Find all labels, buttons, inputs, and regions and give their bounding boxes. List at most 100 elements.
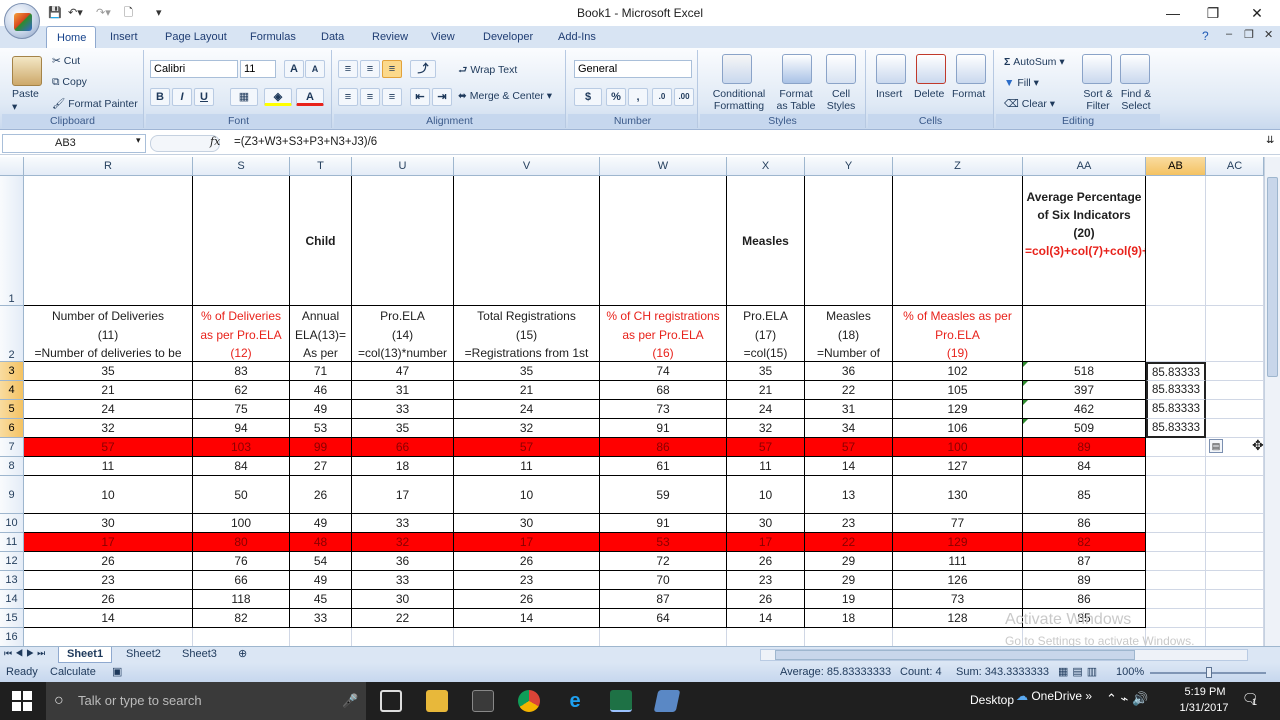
- cell-aa13[interactable]: 89: [1023, 571, 1146, 590]
- cell-aa8[interactable]: 84: [1023, 457, 1146, 476]
- cell-y3[interactable]: 36: [805, 362, 893, 381]
- cell-ab4[interactable]: 85.83333: [1146, 381, 1206, 400]
- cell-ac12[interactable]: [1206, 552, 1264, 571]
- cell-x14[interactable]: 26: [727, 590, 805, 609]
- decrease-indent-icon[interactable]: ⇤: [410, 88, 430, 106]
- clear-button[interactable]: ⌫ Clear ▾: [1004, 98, 1055, 110]
- task-view-icon[interactable]: [380, 690, 402, 712]
- format-as-table-button[interactable]: Format as Table: [772, 88, 820, 112]
- percent-button[interactable]: %: [606, 88, 626, 106]
- cell-w14[interactable]: 87: [600, 590, 727, 609]
- cell-ab14[interactable]: [1146, 590, 1206, 609]
- cell-x1[interactable]: Measles: [727, 176, 805, 306]
- cell-z14[interactable]: 73: [893, 590, 1023, 609]
- cell-z10[interactable]: 77: [893, 514, 1023, 533]
- cell-z2[interactable]: % of Measles as per Pro.ELA (19): [893, 306, 1023, 362]
- microphone-icon[interactable]: 🎤: [342, 682, 358, 720]
- worksheet-grid[interactable]: R S T U V W X Y Z AA AB AC 1 2 3 4 5 6 7 8 9 10 11 12 13 14 15 16 Ch…: [0, 157, 1264, 646]
- cell-ac4[interactable]: [1206, 381, 1264, 400]
- horizontal-scrollbar[interactable]: [760, 649, 1248, 661]
- cell-z6[interactable]: 106: [893, 419, 1023, 438]
- row-header-12[interactable]: 12: [0, 552, 24, 571]
- cell-u1[interactable]: [352, 176, 454, 306]
- cell-ab9[interactable]: [1146, 476, 1206, 514]
- cell-v2[interactable]: Total Registrations (15) =Registrations fr…: [454, 306, 600, 362]
- cell-v13[interactable]: 23: [454, 571, 600, 590]
- cell-aa10[interactable]: 86: [1023, 514, 1146, 533]
- cell-r12[interactable]: 26: [24, 552, 193, 571]
- col-header-s[interactable]: S: [193, 157, 290, 176]
- orientation-icon[interactable]: ⤴: [410, 60, 436, 78]
- font-color-icon[interactable]: A: [296, 88, 324, 106]
- cell-aa5[interactable]: 462: [1023, 400, 1146, 419]
- cell-aa12[interactable]: 87: [1023, 552, 1146, 571]
- autosum-button[interactable]: Σ AutoSum ▾: [1004, 56, 1065, 68]
- cell-t13[interactable]: 49: [290, 571, 352, 590]
- cell-aa7[interactable]: 89: [1023, 438, 1146, 457]
- expand-formula-icon[interactable]: ⇊: [1266, 135, 1274, 146]
- cell-v15[interactable]: 14: [454, 609, 600, 628]
- delete-cells-button[interactable]: Delete: [914, 88, 944, 100]
- scroll-thumb[interactable]: [1267, 177, 1278, 377]
- cell-t14[interactable]: 45: [290, 590, 352, 609]
- col-header-r[interactable]: R: [24, 157, 193, 176]
- increase-indent-icon[interactable]: ⇥: [432, 88, 452, 106]
- cell-s9[interactable]: 50: [193, 476, 290, 514]
- macro-record-icon[interactable]: ▣: [112, 663, 122, 682]
- desktop-toolbar[interactable]: Desktop: [970, 693, 1014, 707]
- cell-ab15[interactable]: [1146, 609, 1206, 628]
- cell-ab1[interactable]: [1146, 176, 1206, 306]
- cell-x15[interactable]: 14: [727, 609, 805, 628]
- cell-y6[interactable]: 34: [805, 419, 893, 438]
- cut-button[interactable]: ✂ Cut: [52, 55, 80, 67]
- customize-qat-icon[interactable]: ▾: [156, 4, 162, 22]
- align-top-icon[interactable]: ≡: [338, 60, 358, 78]
- cell-s11[interactable]: 80: [193, 533, 290, 552]
- cell-r7[interactable]: 57: [24, 438, 193, 457]
- shrink-font-button[interactable]: A: [305, 60, 325, 78]
- cell-w9[interactable]: 59: [600, 476, 727, 514]
- cell-s15[interactable]: 82: [193, 609, 290, 628]
- cell-w6[interactable]: 91: [600, 419, 727, 438]
- cell-t10[interactable]: 49: [290, 514, 352, 533]
- cell-s14[interactable]: 118: [193, 590, 290, 609]
- cell-ab12[interactable]: [1146, 552, 1206, 571]
- row-header-10[interactable]: 10: [0, 514, 24, 533]
- cell-t9[interactable]: 26: [290, 476, 352, 514]
- cell-r1[interactable]: [24, 176, 193, 306]
- col-header-w[interactable]: W: [600, 157, 727, 176]
- col-header-ac[interactable]: AC: [1206, 157, 1264, 176]
- restore-button[interactable]: ❐: [1190, 0, 1236, 26]
- cell-z12[interactable]: 111: [893, 552, 1023, 571]
- cell-r4[interactable]: 21: [24, 381, 193, 400]
- cell-v9[interactable]: 10: [454, 476, 600, 514]
- cell-t11[interactable]: 48: [290, 533, 352, 552]
- file-explorer-icon[interactable]: [426, 690, 448, 712]
- align-bottom-icon[interactable]: ≡: [382, 60, 402, 78]
- cell-x9[interactable]: 10: [727, 476, 805, 514]
- cell-x8[interactable]: 11: [727, 457, 805, 476]
- conditional-formatting-button[interactable]: Conditional Formatting: [708, 88, 770, 112]
- wrap-text-button[interactable]: ⮐ Wrap Text: [458, 62, 517, 80]
- cell-v4[interactable]: 21: [454, 381, 600, 400]
- find-select-button[interactable]: Find & Select: [1116, 88, 1156, 112]
- insert-cells-button[interactable]: Insert: [876, 88, 902, 100]
- cell-y5[interactable]: 31: [805, 400, 893, 419]
- cell-ac15[interactable]: [1206, 609, 1264, 628]
- row-header-5[interactable]: 5: [0, 400, 24, 419]
- cell-aa9[interactable]: 85: [1023, 476, 1146, 514]
- windows-start-icon[interactable]: [12, 691, 32, 711]
- format-painter-button[interactable]: 🖌 Format Painter: [52, 97, 138, 110]
- tab-review[interactable]: Review: [362, 26, 418, 48]
- cell-y13[interactable]: 29: [805, 571, 893, 590]
- save-icon[interactable]: 💾: [48, 4, 62, 22]
- tab-add-ins[interactable]: Add-Ins: [548, 26, 606, 48]
- cell-r10[interactable]: 30: [24, 514, 193, 533]
- cell-s7[interactable]: 103: [193, 438, 290, 457]
- cell-y15[interactable]: 18: [805, 609, 893, 628]
- grow-font-button[interactable]: A: [284, 60, 304, 78]
- col-header-x[interactable]: X: [727, 157, 805, 176]
- row-header-1[interactable]: 1: [0, 176, 24, 306]
- row-header-14[interactable]: 14: [0, 590, 24, 609]
- close-button[interactable]: ✕: [1234, 0, 1280, 26]
